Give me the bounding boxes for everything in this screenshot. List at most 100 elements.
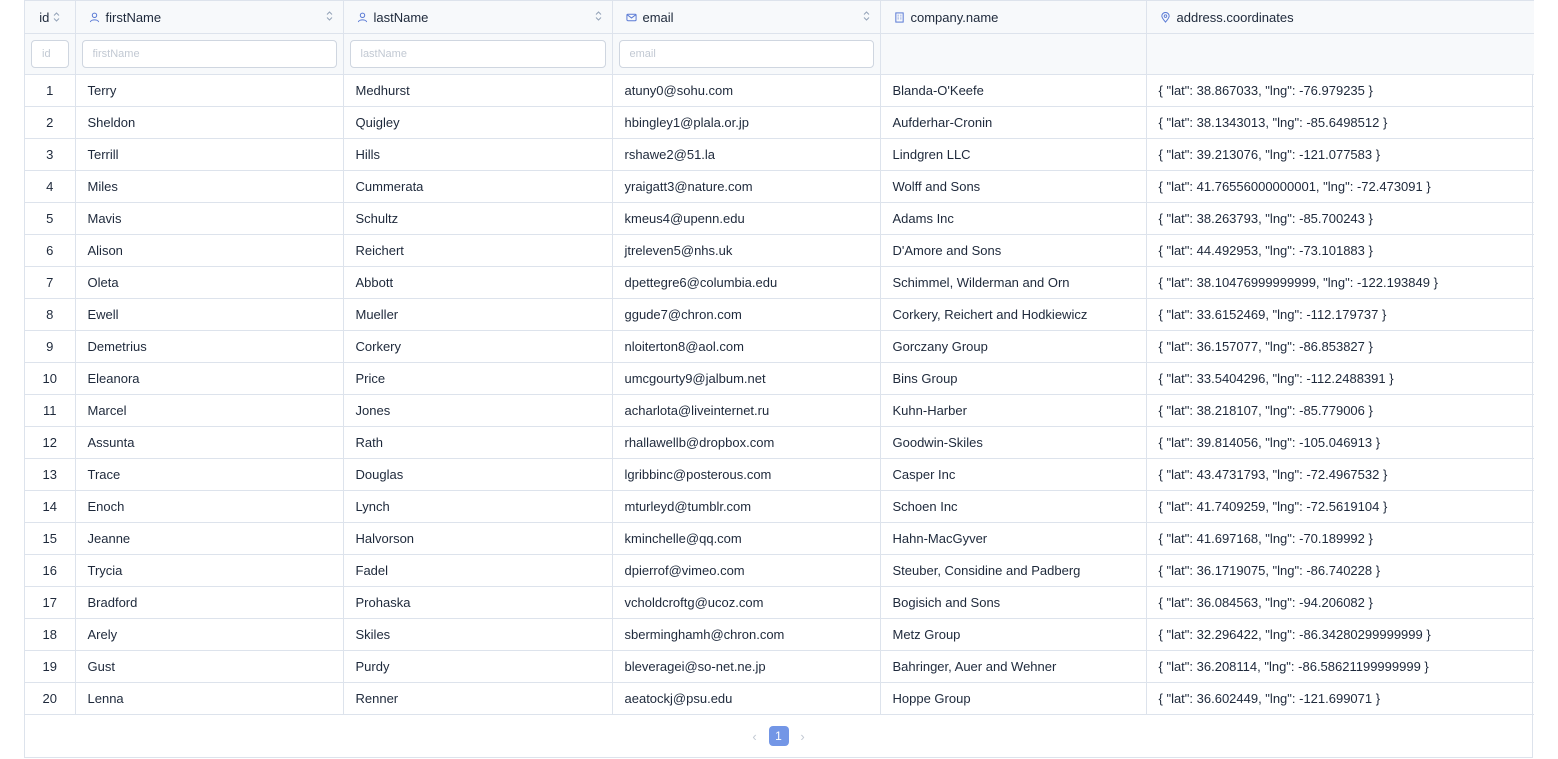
- column-header-email[interactable]: email: [612, 0, 881, 34]
- id-cell: 19: [25, 650, 76, 683]
- company-cell: Aufderhar-Cronin: [880, 106, 1147, 139]
- coordinates-cell: { "lat": 38.10476999999999, "lng": -122.…: [1146, 266, 1534, 299]
- column-header-lastname[interactable]: lastName: [343, 0, 613, 34]
- firstname-cell: Gust: [75, 650, 344, 683]
- coordinates-cell: { "lat": 39.213076, "lng": -121.077583 }: [1146, 138, 1534, 171]
- lastname-cell: Douglas: [343, 458, 613, 491]
- table-row[interactable]: 3 Terrill Hills rshawe2@51.la Lindgren LLC{ …: [25, 138, 1534, 171]
- table-row[interactable]: 16 Trycia Fadel dpierrof@vimeo.com Steuber, …: [25, 554, 1534, 587]
- email-cell: jtreleven5@nhs.uk: [612, 234, 881, 267]
- company-cell: Wolff and Sons: [880, 170, 1147, 203]
- column-header-firstname[interactable]: firstName: [75, 0, 344, 34]
- coordinates-cell: { "lat": 33.6152469, "lng": -112.179737 …: [1146, 298, 1534, 331]
- lastname-cell: Mueller: [343, 298, 613, 331]
- table-row[interactable]: 20 Lenna Renner aeatockj@psu.edu Hoppe Group…: [25, 682, 1534, 715]
- company-cell: Kuhn-Harber: [880, 394, 1147, 427]
- filter-cell-email: [612, 33, 881, 75]
- id-cell: 14: [25, 490, 76, 523]
- pagination: ‹ 1 ›: [25, 724, 1532, 748]
- email-cell: atuny0@sohu.com: [612, 74, 881, 107]
- email-cell: umcgourty9@jalbum.net: [612, 362, 881, 395]
- id-filter-input[interactable]: [31, 40, 69, 68]
- firstname-cell: Assunta: [75, 426, 344, 459]
- id-cell: 11: [25, 394, 76, 427]
- firstname-cell: Eleanora: [75, 362, 344, 395]
- company-cell: Schoen Inc: [880, 490, 1147, 523]
- lastname-cell: Quigley: [343, 106, 613, 139]
- table-row[interactable]: 4 Miles Cummerata yraigatt3@nature.com Wolff…: [25, 170, 1534, 203]
- data-table: id firstName lastName email company.name…: [25, 0, 1534, 715]
- id-cell: 20: [25, 682, 76, 715]
- email-cell: nloiterton8@aol.com: [612, 330, 881, 363]
- table-row[interactable]: 12 Assunta Rath rhallawellb@dropbox.com Good…: [25, 426, 1534, 459]
- id-cell: 7: [25, 266, 76, 299]
- table-row[interactable]: 8 Ewell Mueller ggude7@chron.com Corkery, Re…: [25, 298, 1534, 331]
- email-cell: bleveragei@so-net.ne.jp: [612, 650, 881, 683]
- id-cell: 15: [25, 522, 76, 555]
- coordinates-cell: { "lat": 33.5404296, "lng": -112.2488391…: [1146, 362, 1534, 395]
- firstname-cell: Miles: [75, 170, 344, 203]
- company-cell: Blanda-O'Keefe: [880, 74, 1147, 107]
- email-cell: rshawe2@51.la: [612, 138, 881, 171]
- lastname-filter-input[interactable]: [349, 40, 606, 68]
- email-cell: kmeus4@upenn.edu: [612, 202, 881, 235]
- table-row[interactable]: 6 Alison Reichert jtreleven5@nhs.uk D'Amore …: [25, 234, 1534, 267]
- table-row[interactable]: 14 Enoch Lynch mturleyd@tumblr.com Schoen In…: [25, 490, 1534, 523]
- table-row[interactable]: 11 Marcel Jones acharlota@liveinternet.ru Ku…: [25, 394, 1534, 427]
- coordinates-cell: { "lat": 41.7409259, "lng": -72.5619104 …: [1146, 490, 1534, 523]
- table-row[interactable]: 18 Arely Skiles sberminghamh@chron.com Metz …: [25, 618, 1534, 651]
- filter-cell-coordinates: [1146, 33, 1534, 75]
- company-cell: Hahn-MacGyver: [880, 522, 1147, 555]
- table-row[interactable]: 9 Demetrius Corkery nloiterton8@aol.com Gorc…: [25, 330, 1534, 363]
- column-header-label: lastName: [373, 9, 429, 25]
- company-cell: Metz Group: [880, 618, 1147, 651]
- table-row[interactable]: 10 Eleanora Price umcgourty9@jalbum.net Bins…: [25, 362, 1534, 395]
- email-cell: acharlota@liveinternet.ru: [612, 394, 881, 427]
- firstname-cell: Trace: [75, 458, 344, 491]
- id-cell: 2: [25, 106, 76, 139]
- sort-icon[interactable]: [326, 10, 333, 22]
- company-cell: Casper Inc: [880, 458, 1147, 491]
- table-row[interactable]: 13 Trace Douglas lgribbinc@posterous.com Cas…: [25, 458, 1534, 491]
- table-row[interactable]: 17 Bradford Prohaska vcholdcroftg@ucoz.com B…: [25, 586, 1534, 619]
- lastname-cell: Hills: [343, 138, 613, 171]
- firstname-filter-input[interactable]: [81, 40, 337, 68]
- chevron-right-icon[interactable]: ›: [789, 726, 817, 746]
- filter-cell-id: [25, 33, 76, 75]
- company-cell: Corkery, Reichert and Hodkiewicz: [880, 298, 1147, 331]
- id-cell: 6: [25, 234, 76, 267]
- firstname-cell: Bradford: [75, 586, 344, 619]
- map-pin-icon: [1160, 11, 1171, 23]
- table-row[interactable]: 2 Sheldon Quigley hbingley1@plala.or.jp Aufd…: [25, 106, 1534, 139]
- coordinates-cell: { "lat": 39.814056, "lng": -105.046913 }: [1146, 426, 1534, 459]
- table-row[interactable]: 7 Oleta Abbott dpettegre6@columbia.edu Schim…: [25, 266, 1534, 299]
- column-header-id[interactable]: id: [25, 0, 76, 34]
- firstname-cell: Jeanne: [75, 522, 344, 555]
- chevron-left-icon[interactable]: ‹: [741, 726, 769, 746]
- table-row[interactable]: 1 Terry Medhurst atuny0@sohu.com Blanda-O'Ke…: [25, 74, 1534, 107]
- email-filter-input[interactable]: [618, 40, 874, 68]
- mail-icon: [625, 12, 637, 23]
- firstname-cell: Arely: [75, 618, 344, 651]
- sort-icon[interactable]: [53, 11, 60, 23]
- lastname-cell: Reichert: [343, 234, 613, 267]
- data-table-container: id firstName lastName email company.name…: [24, 0, 1534, 758]
- sort-icon[interactable]: [595, 10, 602, 22]
- firstname-cell: Demetrius: [75, 330, 344, 363]
- coordinates-cell: { "lat": 36.208114, "lng": -86.586211999…: [1146, 650, 1534, 683]
- email-cell: sberminghamh@chron.com: [612, 618, 881, 651]
- coordinates-cell: { "lat": 32.296422, "lng": -86.342802999…: [1146, 618, 1534, 651]
- email-cell: kminchelle@qq.com: [612, 522, 881, 555]
- company-cell: Bahringer, Auer and Wehner: [880, 650, 1147, 683]
- table-row[interactable]: 5 Mavis Schultz kmeus4@upenn.edu Adams Inc{ …: [25, 202, 1534, 235]
- email-cell: ggude7@chron.com: [612, 298, 881, 331]
- page-button-current[interactable]: 1: [768, 726, 789, 746]
- column-header-company: company.name: [880, 0, 1147, 34]
- email-cell: yraigatt3@nature.com: [612, 170, 881, 203]
- firstname-cell: Marcel: [75, 394, 344, 427]
- table-row[interactable]: 15 Jeanne Halvorson kminchelle@qq.com Hahn-M…: [25, 522, 1534, 555]
- table-row[interactable]: 19 Gust Purdy bleveragei@so-net.ne.jp Bahrin…: [25, 650, 1534, 683]
- id-cell: 16: [25, 554, 76, 587]
- lastname-cell: Schultz: [343, 202, 613, 235]
- sort-icon[interactable]: [863, 10, 870, 22]
